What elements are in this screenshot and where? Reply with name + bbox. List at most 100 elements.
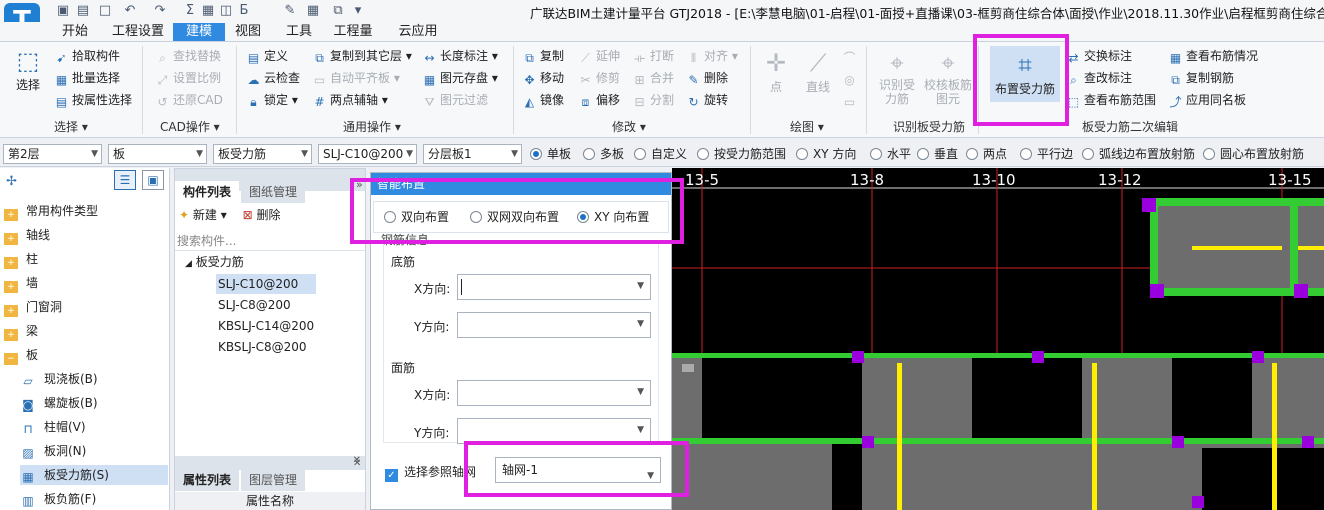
view-icon[interactable]: ◫ <box>218 3 234 19</box>
menu-tools[interactable]: 工具 <box>279 23 319 41</box>
radio-single-slab[interactable]: 单板 <box>530 146 571 162</box>
gtj-icon[interactable]: Ƃ <box>236 3 252 19</box>
component-select[interactable]: SLJ-C10@200 ▼ <box>318 144 417 164</box>
batch-select-button[interactable]: ▦ 批量选择 <box>54 68 120 88</box>
grid-icon[interactable]: ▦ <box>305 3 321 19</box>
open-folder-icon[interactable]: ▤ <box>75 3 91 19</box>
tree-axis[interactable]: + 轴线 <box>4 225 50 245</box>
floor-select[interactable]: 第2层 ▼ <box>3 144 102 164</box>
tree-cast-slab[interactable]: ▱ 现浇板(B) <box>20 369 168 389</box>
menu-project-settings[interactable]: 工程设置 <box>107 23 169 41</box>
group-slab-rebar[interactable]: ◢ 板受力筋 <box>185 253 244 273</box>
undo-icon[interactable]: ↶ <box>122 3 138 19</box>
radio-custom[interactable]: 自定义 <box>634 146 687 162</box>
tree-column-cap[interactable]: ⊓ 柱帽(V) <box>20 417 168 437</box>
apply-same-slab-button[interactable]: ⤴ 应用同名板 <box>1168 90 1246 110</box>
ref-axis-checkbox[interactable]: ✓ 选择参照轴网 <box>385 463 476 482</box>
pick-component-button[interactable]: ➹ 拾取构件 <box>54 46 120 66</box>
pin-icon[interactable]: ✢ <box>6 174 17 189</box>
arc-tool-button[interactable]: ⌒ <box>842 46 860 66</box>
radio-multi-slab[interactable]: 多板 <box>583 146 624 162</box>
layer-select[interactable]: 分层板1 ▼ <box>423 144 522 164</box>
bottom-y-select[interactable]: ▼ <box>457 312 651 338</box>
copy-to-floor-button[interactable]: ⧉ 复制到其它层 ▾ <box>312 46 412 66</box>
list-item-slj-c8[interactable]: SLJ-C8@200 <box>216 295 291 315</box>
trim-button[interactable]: ✂ 修剪 <box>578 68 620 88</box>
tree-door-window[interactable]: + 门窗洞 <box>4 297 62 317</box>
type-select[interactable]: 板受力筋 ▼ <box>213 144 312 164</box>
draw-line-button[interactable]: ⟋ 直线 <box>800 48 836 95</box>
two-point-axis-button[interactable]: # 两点辅轴 ▾ <box>312 90 387 110</box>
swap-annotation-button[interactable]: ⇄ 交换标注 <box>1066 46 1132 66</box>
extend-button[interactable]: ⟋ 延伸 <box>578 46 620 66</box>
draw-point-button[interactable]: ✛ 点 <box>758 48 794 95</box>
delete-component-button[interactable]: ⊠ 删除 <box>243 208 281 222</box>
tab-layer-management[interactable]: 图层管理 <box>241 469 306 491</box>
tab-component-list[interactable]: 构件列表 <box>175 181 240 203</box>
radio-by-rebar-range[interactable]: 按受力筋范围 <box>697 146 786 162</box>
copy-rebar-button[interactable]: ⧉ 复制钢筋 <box>1168 68 1234 88</box>
tab-property-list[interactable]: 属性列表 <box>175 469 240 491</box>
close-icon[interactable]: ✕ <box>353 458 361 469</box>
delete-button[interactable]: ✎ 删除 <box>686 68 728 88</box>
sum-icon[interactable]: Σ <box>182 3 198 19</box>
define-button[interactable]: ▤ 定义 <box>246 46 288 66</box>
tree-slab-negative-rebar[interactable]: ▥ 板负筋(F) <box>20 489 168 509</box>
save-icon[interactable]: ▣ <box>55 3 71 19</box>
mirror-button[interactable]: ◭ 镜像 <box>522 90 564 110</box>
search-input[interactable]: 搜索构件... <box>175 231 365 251</box>
top-x-select[interactable]: ▼ <box>457 380 651 406</box>
radio-two-points[interactable]: 两点 <box>966 146 1007 162</box>
tree-slab-rebar[interactable]: ▦ 板受力筋(S) <box>20 465 168 485</box>
menu-quantity[interactable]: 工程量 <box>325 23 381 41</box>
radio-xy-direction[interactable]: XY 方向 <box>796 146 856 162</box>
layers-icon[interactable]: ⧉ <box>330 3 346 19</box>
merge-button[interactable]: ⊞ 合并 <box>632 68 674 88</box>
menu-start[interactable]: 开始 <box>55 23 95 41</box>
split-button[interactable]: ⊟ 分割 <box>632 90 674 110</box>
edit-annotation-button[interactable]: ⌕ 查改标注 <box>1066 68 1132 88</box>
save-element-button[interactable]: ▦ 图元存盘 ▾ <box>422 68 498 88</box>
cloud-check-button[interactable]: ☁ 云检查 <box>246 68 301 88</box>
tile-view-icon[interactable]: ▣ <box>142 170 164 190</box>
tree-column[interactable]: + 柱 <box>4 249 38 269</box>
new-file-icon[interactable]: □ <box>97 3 113 19</box>
identify-rebar-button[interactable]: ⌖ 识别受力筋 <box>874 48 920 106</box>
report-icon[interactable]: ▦ <box>200 3 216 19</box>
break-button[interactable]: ⟛ 打断 <box>632 46 674 66</box>
rect-tool-button[interactable]: ▭ <box>842 90 860 110</box>
auto-flush-slab-button[interactable]: ▭ 自动平齐板 ▾ <box>312 68 400 88</box>
view-rebar-range-button[interactable]: ⬚ 查看布筋范围 <box>1066 90 1156 110</box>
list-item-slj-c10[interactable]: SLJ-C10@200 <box>216 274 316 294</box>
tab-drawing-management[interactable]: 图纸管理 <box>241 181 306 203</box>
dimension-button[interactable]: ↔ 长度标注 ▾ <box>422 46 497 66</box>
offset-button[interactable]: ⧈ 偏移 <box>578 90 620 110</box>
align-button[interactable]: ⫴ 对齐 ▾ <box>686 46 738 66</box>
radio-center-radial[interactable]: 圆心布置放射筋 <box>1203 146 1304 162</box>
find-replace-button[interactable]: ⌕ 查找替换 <box>155 46 221 66</box>
menu-cloud[interactable]: 云应用 <box>390 23 446 41</box>
tree-spiral-slab[interactable]: ◙ 螺旋板(B) <box>20 393 168 413</box>
category-select[interactable]: 板 ▼ <box>108 144 207 164</box>
menu-view[interactable]: 视图 <box>228 23 268 41</box>
copy-button[interactable]: ⧉ 复制 <box>522 46 564 66</box>
move-button[interactable]: ✥ 移动 <box>522 68 564 88</box>
tree-slab-hole[interactable]: ▨ 板洞(N) <box>20 441 168 461</box>
list-view-icon[interactable]: ☰ <box>114 170 136 190</box>
menu-modeling[interactable]: 建模 <box>173 23 225 41</box>
radio-horizontal[interactable]: 水平 <box>870 146 911 162</box>
list-item-kbslj-c8[interactable]: KBSLJ-C8@200 <box>216 337 307 357</box>
set-scale-button[interactable]: ⤢ 设置比例 <box>155 68 221 88</box>
select-by-attribute-button[interactable]: ▤ 按属性选择 <box>54 90 132 110</box>
radio-vertical[interactable]: 垂直 <box>917 146 958 162</box>
radio-arc-radial[interactable]: 弧线边布置放射筋 <box>1082 146 1195 162</box>
dropdown-icon[interactable]: ▾ <box>350 3 366 19</box>
radio-parallel-edge[interactable]: 平行边 <box>1020 146 1073 162</box>
tree-common-types[interactable]: + 常用构件类型 <box>4 201 98 221</box>
bottom-x-select[interactable]: ▼ <box>457 274 651 300</box>
tree-beam[interactable]: + 梁 <box>4 321 38 341</box>
lock-button[interactable]: 🔒︎ 锁定 ▾ <box>246 90 298 110</box>
new-button[interactable]: ✦ 新建 ▾ <box>179 208 227 222</box>
element-filter-button[interactable]: ⛛ 图元过滤 <box>422 90 488 110</box>
list-item-kbslj-c14[interactable]: KBSLJ-C14@200 <box>216 316 314 336</box>
